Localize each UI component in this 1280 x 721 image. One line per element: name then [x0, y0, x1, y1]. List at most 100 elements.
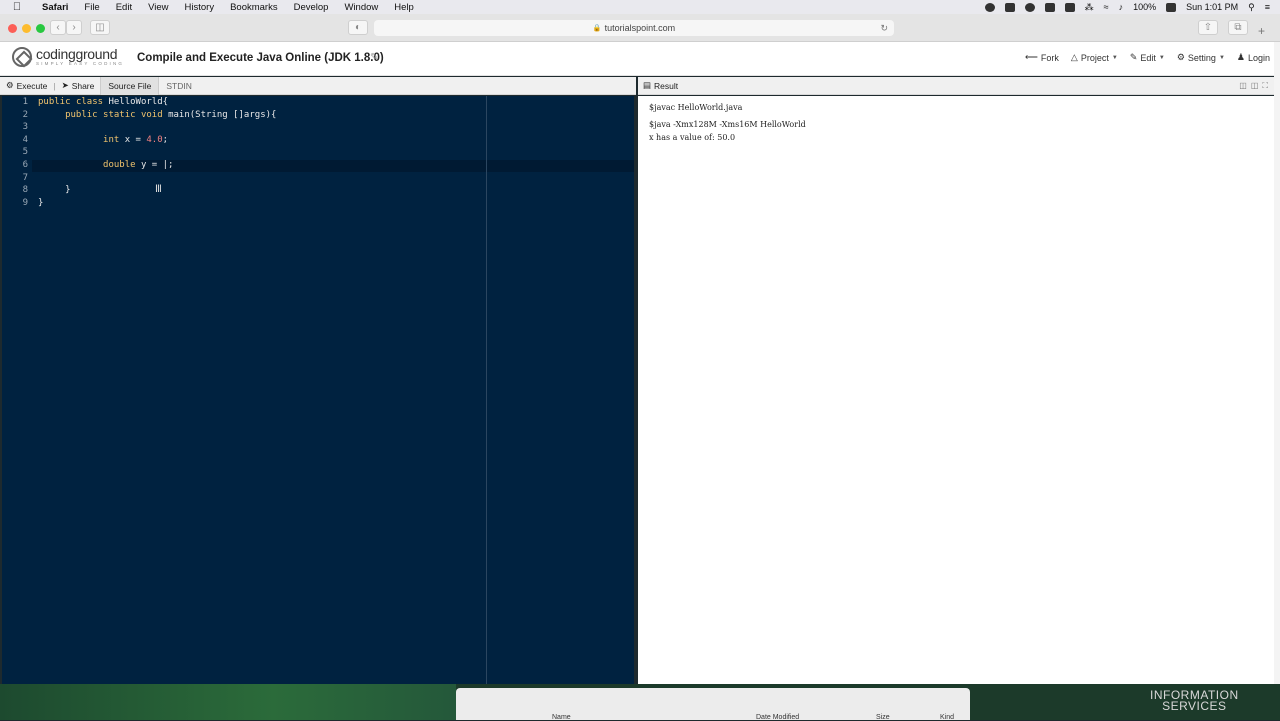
fullscreen-icon[interactable]: ⛶	[1262, 81, 1268, 91]
lock-icon: 🔒	[592, 25, 602, 32]
minimize-window-button[interactable]	[22, 24, 31, 33]
line-number: 3	[22, 122, 28, 133]
text-cursor-icon: Ⅲ	[155, 184, 162, 195]
menu-safari[interactable]: Safari	[34, 2, 76, 13]
output-line: $java -Xmx128M -Xms16M HelloWorld	[649, 120, 806, 129]
logo-mark-icon	[12, 47, 32, 67]
menu-view[interactable]: View	[140, 2, 176, 13]
shield-icon[interactable]	[1044, 2, 1055, 12]
split-horizontal-icon[interactable]: ◫	[1239, 81, 1247, 91]
user-icon: ♟	[1236, 52, 1245, 62]
chevron-down-icon: ▼	[1158, 54, 1165, 61]
spotlight-icon[interactable]: ⚲	[1248, 2, 1255, 13]
bluetooth-icon[interactable]: ⁂	[1085, 2, 1094, 13]
codingground-logo[interactable]: codingground SIMPLY EASY CODING	[12, 47, 124, 67]
menu-file[interactable]: File	[76, 2, 107, 13]
apple-menu-icon[interactable]: 	[0, 1, 34, 13]
login-button[interactable]: ♟ Login	[1237, 52, 1270, 63]
sidebar-icon[interactable]: ◫	[90, 20, 110, 35]
line-number: 8	[22, 185, 28, 196]
wifi-icon[interactable]: ≈	[1104, 2, 1109, 12]
share-label: Share	[71, 80, 95, 91]
chevron-down-icon: ▼	[1218, 54, 1225, 61]
site-header: codingground SIMPLY EASY CODING Compile …	[0, 42, 1280, 76]
battery-percent[interactable]: 100%	[1133, 2, 1156, 12]
editor-toolbar: ⚙ Execute | ➤ Share Source File STDIN	[0, 76, 636, 95]
line-number: 9	[22, 197, 28, 208]
result-header: ▤ Result ◫ ◫ ⛶	[638, 77, 1274, 95]
new-tab-icon[interactable]: +	[1258, 24, 1265, 38]
battery-icon[interactable]	[1166, 2, 1177, 12]
menu-help[interactable]: Help	[386, 2, 422, 13]
forward-button[interactable]: ›	[66, 20, 82, 35]
code-line: }	[38, 197, 44, 208]
gear-icon: ⚙	[6, 80, 14, 90]
share-arrow-icon: ➤	[61, 80, 69, 90]
reload-icon[interactable]: ↻	[880, 23, 888, 34]
tabs-overview-icon[interactable]: ⧉	[1228, 20, 1248, 35]
close-window-button[interactable]	[8, 24, 17, 33]
code-line: public static void main(String []args){	[65, 109, 277, 120]
back-button[interactable]: ‹	[50, 20, 66, 35]
project-icon: △	[1070, 52, 1078, 62]
desktop-brand-text: INFORMATION SERVICES	[1150, 689, 1239, 713]
setting-menu[interactable]: ⚙ Setting ▼	[1177, 52, 1225, 63]
desktop-wallpaper	[0, 684, 456, 720]
pencil-icon: ✎	[1129, 52, 1138, 62]
page-title: Compile and Execute Java Online (JDK 1.8…	[137, 52, 384, 64]
desktop-background: Name Date Modified Size Kind	[0, 684, 1280, 721]
execute-label: Execute	[16, 80, 48, 91]
tab-stdin[interactable]: STDIN	[159, 77, 199, 95]
logo-name: codingground	[36, 46, 118, 62]
edit-menu[interactable]: ✎ Edit ▼	[1130, 52, 1165, 63]
menu-window[interactable]: Window	[336, 2, 386, 13]
browser-toolbar: ‹ › ◫ ◐ 🔒 tutorialspoint.com ↻ ⇧ ⧉ +	[0, 14, 1280, 42]
execute-button[interactable]: ⚙ Execute	[0, 80, 53, 91]
code-line: public class HelloWorld{	[38, 97, 169, 107]
project-menu[interactable]: △ Project ▼	[1071, 52, 1118, 63]
zoom-window-button[interactable]	[36, 24, 45, 33]
line-number: 7	[22, 172, 28, 183]
share-icon[interactable]: ⇧	[1198, 20, 1218, 35]
menu-clock[interactable]: Sun 1:01 PM	[1186, 2, 1238, 12]
share-button[interactable]: ➤ Share	[56, 80, 101, 91]
status-dot-icon[interactable]	[984, 2, 995, 12]
output-line: $javac HelloWorld.java	[649, 103, 743, 112]
fork-label: Fork	[1040, 52, 1059, 63]
display-icon[interactable]	[1004, 2, 1015, 12]
macos-menu-bar:  Safari File Edit View History Bookmark…	[0, 0, 1280, 14]
menu-edit[interactable]: Edit	[108, 2, 140, 13]
edit-title-icon[interactable]: ✎	[370, 52, 378, 63]
line-number: 6	[22, 160, 28, 170]
address-bar[interactable]: 🔒 tutorialspoint.com ↻	[374, 20, 894, 36]
result-title: Result	[654, 80, 679, 91]
fork-button[interactable]: ⟵ Fork	[1025, 52, 1059, 63]
globe-icon[interactable]	[1024, 2, 1035, 12]
code-line: }	[38, 185, 71, 196]
project-label: Project	[1080, 52, 1109, 63]
fork-icon: ⟵	[1025, 52, 1038, 62]
menu-develop[interactable]: Develop	[286, 2, 337, 13]
menu-history[interactable]: History	[177, 2, 223, 13]
control-center-icon[interactable]: ≡	[1265, 2, 1270, 12]
finder-window[interactable]: Name Date Modified Size Kind	[456, 688, 970, 721]
line-number: 5	[22, 147, 28, 158]
print-margin	[486, 96, 487, 684]
gear-icon: ⚙	[1176, 52, 1185, 62]
code-editor[interactable]: 1 2 3 4 5 6 7 8 9 public class HelloWorl…	[2, 96, 634, 684]
code-line: double y = |;	[103, 160, 174, 170]
bar-chart-icon: ▤	[643, 80, 652, 90]
volume-icon[interactable]: ♪	[1119, 2, 1124, 12]
chevron-down-icon: ▼	[1111, 54, 1118, 61]
output-line: x has a value of: 50.0	[649, 133, 736, 142]
split-vertical-icon[interactable]: ◫	[1251, 81, 1259, 91]
page-scrollbar[interactable]	[1274, 42, 1280, 684]
tab-source-file[interactable]: Source File	[100, 76, 160, 95]
menu-bookmarks[interactable]: Bookmarks	[222, 2, 286, 13]
logo-tagline: SIMPLY EASY CODING	[36, 61, 125, 66]
privacy-shield-icon[interactable]: ◐	[348, 20, 368, 35]
line-gutter: 1 2 3 4 5 6 7 8 9	[2, 96, 32, 684]
vpn-icon[interactable]	[1064, 2, 1075, 12]
brand-line-2: SERVICES	[1162, 699, 1227, 713]
edit-label: Edit	[1140, 52, 1156, 63]
